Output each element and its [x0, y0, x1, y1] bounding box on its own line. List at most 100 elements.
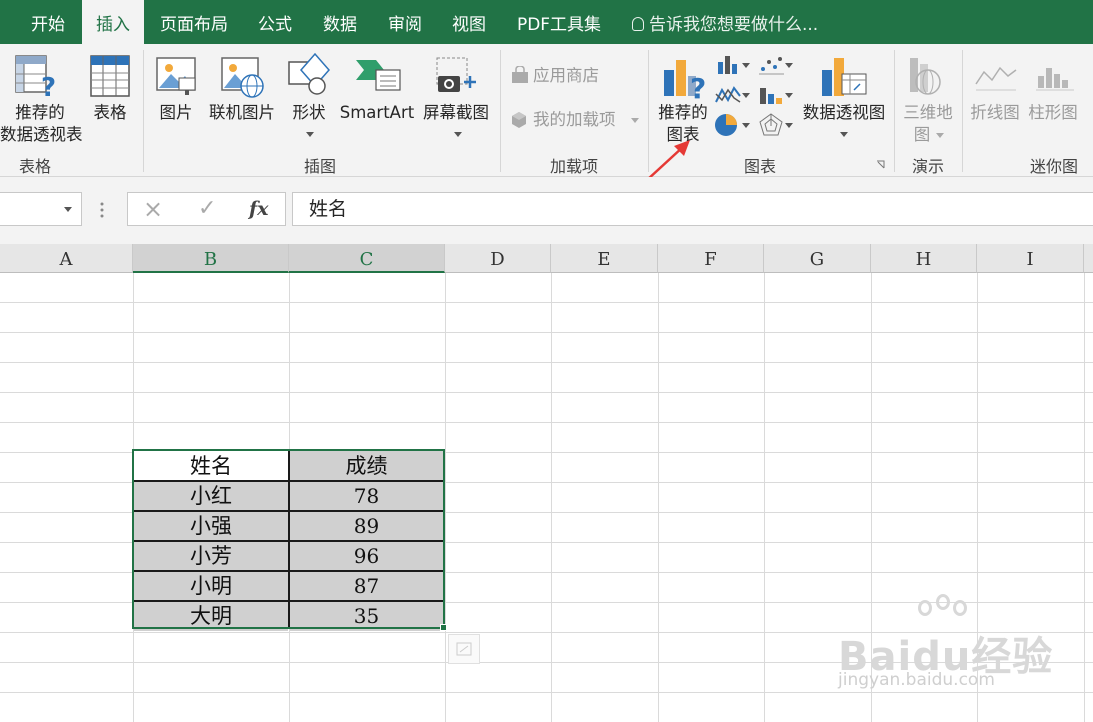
tab-home[interactable]: 开始 [14, 0, 82, 44]
tab-view[interactable]: 视图 [440, 0, 498, 44]
gridline [764, 273, 765, 722]
paw-icon [918, 600, 932, 616]
line-chart-dropdown-caret[interactable] [742, 93, 750, 98]
col-header-e[interactable]: E [551, 244, 658, 273]
formula-input[interactable]: 姓名 [292, 192, 1093, 226]
pivot-chart-dropdown-caret[interactable] [840, 132, 848, 137]
table-icon [90, 55, 130, 97]
name-box[interactable] [0, 192, 82, 226]
pie-chart-dropdown-caret[interactable] [742, 123, 750, 128]
my-addins-dropdown-caret[interactable] [631, 118, 639, 123]
rec-pivot-label-1[interactable]: 推荐的 [0, 102, 80, 123]
store-button-label[interactable]: 应用商店 [533, 65, 599, 86]
col-header-j[interactable] [1084, 244, 1093, 273]
ribbon-tab-bar: 开始 插入 页面布局 公式 数据 审阅 视图 PDF工具集 告诉我您想要做什么.… [0, 0, 1093, 46]
quick-analysis-button[interactable] [448, 634, 480, 664]
group-label-sparklines: 迷你图 [1029, 157, 1078, 176]
enter-icon[interactable]: ✓ [198, 193, 216, 225]
col-header-a[interactable]: A [0, 244, 133, 273]
tab-formulas[interactable]: 公式 [246, 0, 304, 44]
statistic-chart-icon [760, 88, 782, 104]
3d-map-dropdown-caret[interactable] [936, 133, 944, 138]
table-button-label[interactable]: 表格 [86, 102, 134, 123]
group-label-addins: 加载项 [549, 157, 598, 176]
store-icon [512, 66, 528, 83]
my-addins-icon [512, 112, 526, 128]
col-header-i[interactable]: I [977, 244, 1084, 273]
col-header-f[interactable]: F [658, 244, 764, 273]
gridline [551, 273, 552, 722]
col-header-b[interactable]: B [133, 244, 289, 273]
group-divider [500, 50, 501, 172]
tab-data[interactable]: 数据 [311, 0, 369, 44]
paw-icon [953, 600, 967, 616]
lightbulb-icon [632, 17, 644, 31]
tell-me-box[interactable]: 告诉我您想要做什么... [632, 0, 818, 44]
column-chart-dropdown-caret[interactable] [742, 63, 750, 68]
group-divider [143, 50, 144, 172]
col-header-h[interactable]: H [871, 244, 977, 273]
cancel-icon[interactable]: × [143, 193, 163, 225]
paw-icon [936, 594, 950, 610]
group-label-charts: 图表 [743, 157, 776, 176]
tab-page-layout[interactable]: 页面布局 [150, 0, 238, 44]
recommended-pivot-table-icon: ? [15, 55, 56, 100]
pie-chart-icon [715, 114, 737, 136]
recommended-charts-icon: ? [664, 60, 706, 100]
name-box-dropdown-caret[interactable] [64, 207, 72, 212]
screenshot-button-label[interactable]: 屏幕截图 [418, 102, 494, 123]
3d-map-icon [910, 58, 941, 95]
formula-bar: × ✓ fx 姓名 [0, 177, 1093, 244]
col-header-g[interactable]: G [764, 244, 871, 273]
watermark-sub-text: jingyan.baidu.com [838, 670, 995, 690]
tab-insert[interactable]: 插入 [82, 0, 144, 46]
formula-buttons: × ✓ fx [127, 192, 286, 226]
gridline [445, 273, 446, 722]
radar-chart-dropdown-caret[interactable] [785, 123, 793, 128]
insert-function-icon[interactable]: fx [249, 193, 269, 225]
svg-text:?: ? [690, 72, 706, 100]
pivot-chart-button-label[interactable]: 数据透视图 [796, 102, 892, 123]
pictures-button-label[interactable]: 图片 [152, 102, 200, 123]
dialog-launcher-icon[interactable] [876, 160, 886, 170]
line-chart-icon [715, 86, 741, 103]
smartart-icon [356, 60, 401, 91]
3d-map-label-1[interactable]: 三维地 [898, 102, 958, 123]
rec-pivot-label-2[interactable]: 数据透视表 [0, 124, 83, 145]
pivot-chart-icon [822, 58, 867, 96]
gridline [1084, 273, 1085, 722]
online-pictures-button-label[interactable]: 联机图片 [206, 102, 278, 123]
statistic-chart-dropdown-caret[interactable] [785, 93, 793, 98]
smartart-button-label[interactable]: SmartArt [336, 102, 418, 123]
group-divider [894, 50, 895, 172]
group-divider [962, 50, 963, 172]
col-header-d[interactable]: D [445, 244, 551, 273]
selection-range[interactable] [132, 449, 445, 629]
tab-pdf-tools[interactable]: PDF工具集 [505, 0, 613, 44]
screenshot-dropdown-caret[interactable] [454, 132, 462, 137]
gridline [658, 273, 659, 722]
tell-me-text: 告诉我您想要做什么... [649, 15, 819, 35]
line-sparkline-icon [975, 66, 1017, 91]
my-addins-button-label[interactable]: 我的加载项 [533, 109, 616, 130]
line-sparkline-button-label[interactable]: 折线图 [966, 102, 1024, 123]
tab-review[interactable]: 审阅 [376, 0, 434, 44]
shapes-dropdown-caret[interactable] [306, 132, 314, 137]
formula-bar-grip-icon[interactable] [98, 201, 106, 219]
screenshot-icon [436, 57, 476, 92]
radar-chart-icon [759, 113, 783, 136]
shapes-button-label[interactable]: 形状 [285, 102, 333, 123]
fill-handle[interactable] [440, 624, 447, 631]
pictures-icon [156, 57, 196, 95]
svg-text:?: ? [41, 73, 56, 100]
scatter-chart-dropdown-caret[interactable] [785, 63, 793, 68]
hierarchy-chart-icon [759, 57, 784, 75]
ribbon-insert: ? 推荐的 数据透视表 表格 表格 图片 联机图片 形状 SmartArt 屏幕… [0, 44, 1093, 193]
3d-map-label-2[interactable]: 图 [910, 124, 934, 145]
shapes-icon [288, 52, 330, 95]
group-label-tours: 演示 [911, 157, 944, 176]
column-sparkline-button-label[interactable]: 柱形图 [1024, 102, 1082, 123]
column-sparkline-icon [1036, 68, 1074, 91]
rec-charts-label-1[interactable]: 推荐的 [652, 102, 714, 123]
col-header-c[interactable]: C [289, 244, 445, 273]
